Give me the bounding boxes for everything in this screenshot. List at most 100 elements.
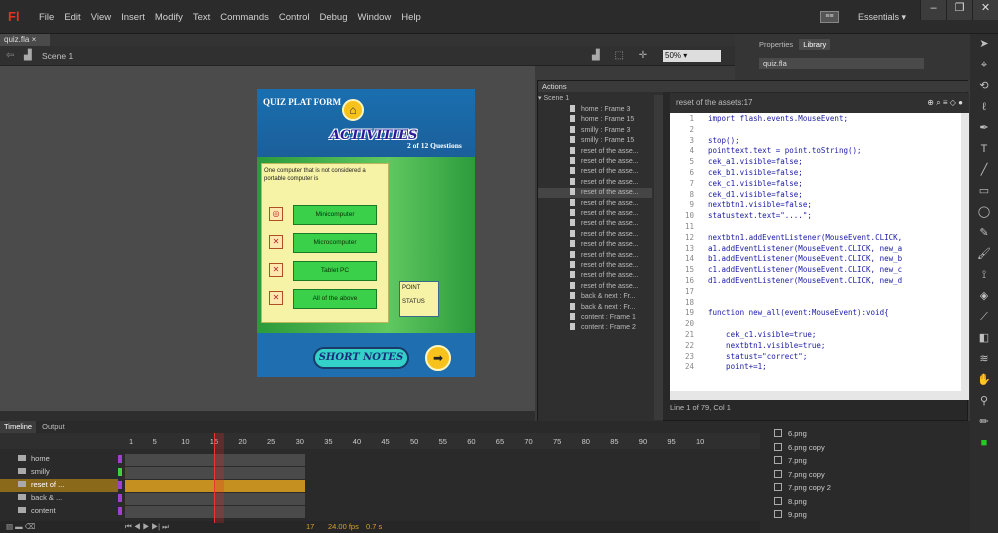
script-tree-item[interactable]: reset of the asse... (538, 188, 652, 199)
pen-tool-icon[interactable]: ✒ (970, 118, 998, 139)
frame-ruler[interactable]: 1 5 10 15 20 25 30 35 40 45 50 55 60 65 70 75 80 85 90 95 10 (0, 433, 760, 449)
script-tree-item[interactable]: reset of the asse... (538, 261, 652, 271)
code-line[interactable]: 22 nextbtn1.visible=true; (670, 341, 961, 352)
layer-color-chip[interactable] (118, 507, 122, 515)
tab-library[interactable]: Library (799, 39, 831, 50)
code-line[interactable]: 2 (670, 125, 961, 136)
script-tree-item[interactable]: content : Frame 2 (538, 323, 652, 333)
option-b-mark-icon[interactable]: ✕ (269, 235, 283, 249)
script-tree-item[interactable]: home : Frame 15 (538, 115, 652, 125)
code-line[interactable]: 18 (670, 298, 961, 309)
script-tree-item[interactable]: reset of the asse... (538, 209, 652, 219)
script-tree-item[interactable]: reset of the asse... (538, 240, 652, 250)
code-line[interactable]: 15 c1.addEventListener(MouseEvent.CLICK, … (670, 265, 961, 276)
editor-toolbar-icons[interactable]: ⊕ ⌕ ≡ ◇ ● (927, 93, 963, 113)
library-item[interactable]: 6.png (760, 427, 960, 440)
code-line[interactable]: 19 function new_all(event:MouseEvent):voi… (670, 308, 961, 319)
tab-properties[interactable]: Properties (759, 40, 793, 49)
option-c-mark-icon[interactable]: ✕ (269, 263, 283, 277)
code-line[interactable]: 14 b1.addEventListener(MouseEvent.CLICK, … (670, 254, 961, 265)
width-tool-icon[interactable]: ≋ (970, 349, 998, 370)
layer-color-chip[interactable] (118, 481, 122, 489)
code-line[interactable]: 10 statustext.text="...."; (670, 211, 961, 222)
minimize-button[interactable]: – (920, 0, 946, 20)
code-line[interactable]: 3 stop(); (670, 136, 961, 147)
layer-color-chip[interactable] (118, 468, 122, 476)
code-line[interactable]: 11 (670, 222, 961, 233)
option-d[interactable]: All of the above (293, 289, 377, 309)
layer-name[interactable]: back & ... (0, 492, 118, 505)
script-tree-item[interactable]: reset of the asse... (538, 219, 652, 229)
stage-scrollbar[interactable] (0, 411, 535, 421)
restore-button[interactable]: ❐ (946, 0, 972, 20)
code-line[interactable]: 7 cek_c1.visible=false; (670, 179, 961, 190)
script-tree-item[interactable]: reset of the asse... (538, 198, 652, 209)
option-a[interactable]: Minicomputer (293, 205, 377, 225)
script-tree-item[interactable]: reset of the asse... (538, 281, 652, 292)
menu-file[interactable]: File (34, 12, 59, 23)
code-line[interactable]: 13 a1.addEventListener(MouseEvent.CLICK, … (670, 244, 961, 255)
line-tool-icon[interactable]: ╱ (970, 160, 998, 181)
library-item[interactable]: 7.png copy 2 (760, 481, 960, 494)
library-item[interactable]: 7.png (760, 454, 960, 467)
navigator-scrollbar[interactable] (654, 95, 663, 420)
home-icon[interactable]: ⌂ (342, 99, 364, 121)
script-tree-item[interactable]: back & next : Fr... (538, 292, 652, 302)
back-arrow-icon[interactable]: ⇦ (6, 50, 14, 61)
menu-view[interactable]: View (86, 12, 116, 23)
code-line[interactable]: 16 d1.addEventListener(MouseEvent.CLICK, … (670, 276, 961, 287)
layer-color-chip[interactable] (118, 494, 122, 502)
editor-horizontal-scrollbar[interactable] (670, 391, 969, 400)
script-tree-item[interactable]: back & next : Fr... (538, 302, 652, 313)
workspace-icon[interactable]: ≡≡ (820, 11, 839, 23)
document-tab[interactable]: quiz.fla × (0, 34, 50, 46)
tree-root[interactable]: ▾ Scene 1 (538, 94, 652, 104)
code-line[interactable]: 1 import flash.events.MouseEvent; (670, 114, 961, 125)
menu-debug[interactable]: Debug (315, 12, 353, 23)
pencil-tool-icon[interactable]: ✎ (970, 223, 998, 244)
layer-row[interactable]: reset of ... (0, 479, 760, 492)
layer-row[interactable]: smilly (0, 466, 760, 479)
option-b[interactable]: Microcomputer (293, 233, 377, 253)
library-item[interactable]: 7.png copy (760, 468, 960, 481)
eyedropper-icon[interactable]: ⟋ (970, 307, 998, 328)
playhead[interactable] (214, 433, 224, 523)
option-c[interactable]: Tablet PC (293, 261, 377, 281)
layer-row[interactable]: home (0, 453, 760, 466)
option-a-mark-icon[interactable]: ◎ (269, 207, 283, 221)
zoom-select[interactable]: 50% ▾ (663, 50, 721, 62)
brush-tool-icon[interactable]: 🖌 (970, 244, 998, 265)
code-line[interactable]: 23 statust="correct"; (670, 352, 961, 363)
layer-row[interactable]: back & ... (0, 492, 760, 505)
stage[interactable]: QUIZ PLAT FORM ⌂ ACTIVITIES 2 of 12 Ques… (257, 89, 475, 377)
layer-name[interactable]: content (0, 505, 118, 518)
next-arrow-icon[interactable]: ➡ (425, 345, 451, 371)
code-editor[interactable]: 1 import flash.events.MouseEvent; 2 3 stop()… (670, 113, 961, 391)
selection-tool-icon[interactable]: ➤ (970, 34, 998, 55)
script-tree-item[interactable]: smilly : Frame 3 (538, 125, 652, 136)
eraser-icon[interactable]: ◧ (970, 328, 998, 349)
transform-tool-icon[interactable]: ⟲ (970, 76, 998, 97)
option-d-mark-icon[interactable]: ✕ (269, 291, 283, 305)
library-document-select[interactable]: quiz.fla (759, 58, 924, 69)
fill-color-icon[interactable]: ■ (970, 433, 998, 454)
script-tree-item[interactable]: smilly : Frame 15 (538, 136, 652, 146)
library-item[interactable]: 6.png copy (760, 441, 960, 454)
subselection-tool-icon[interactable]: ⌖ (970, 55, 998, 76)
script-tree-item[interactable]: reset of the asse... (538, 167, 652, 177)
menu-help[interactable]: Help (396, 12, 426, 23)
script-tree-item[interactable]: content : Frame 1 (538, 313, 652, 323)
script-tree-item[interactable]: reset of the asse... (538, 146, 652, 157)
code-line[interactable]: 8 cek_d1.visible=false; (670, 190, 961, 201)
workspace-switcher[interactable]: Essentials ▾ (858, 12, 906, 23)
code-line[interactable]: 9 nextbtn1.visible=false; (670, 200, 961, 211)
playback-controls[interactable]: ⏮ ◀ ▶ ▶| ⏭ (125, 522, 169, 532)
code-line[interactable]: 5 cek_a1.visible=false; (670, 157, 961, 168)
tab-output[interactable]: Output (38, 421, 69, 433)
script-tree-item[interactable]: reset of the asse... (538, 177, 652, 188)
code-line[interactable]: 6 cek_b1.visible=false; (670, 168, 961, 179)
code-line[interactable]: 21 cek_c1.visible=true; (670, 330, 961, 341)
script-tree-item[interactable]: reset of the asse... (538, 250, 652, 261)
layer-name[interactable]: reset of ... (0, 479, 118, 492)
library-item[interactable]: 9.png (760, 508, 960, 521)
